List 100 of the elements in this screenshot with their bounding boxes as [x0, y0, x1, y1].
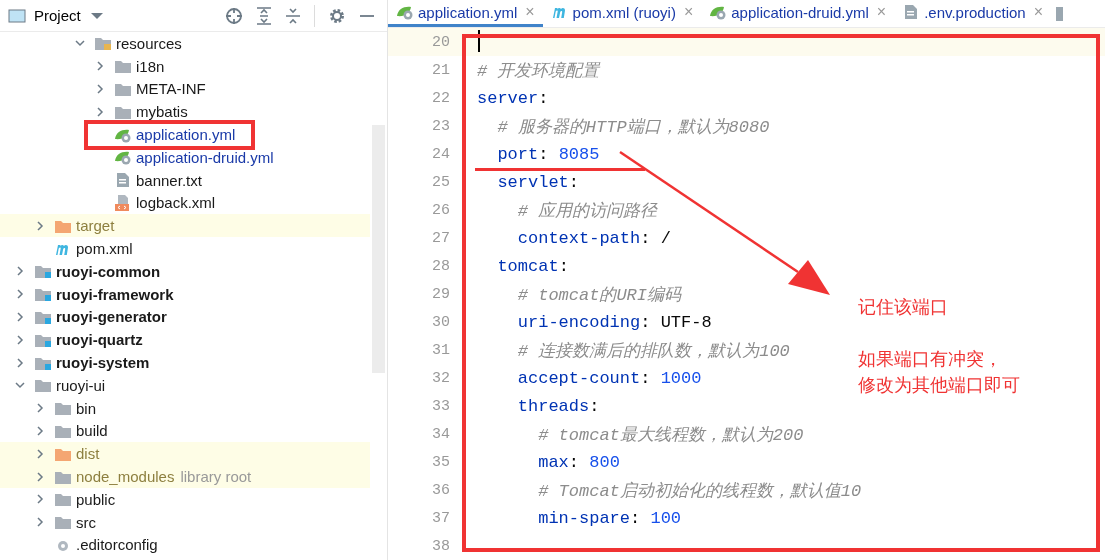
code-line: threads:	[516, 396, 600, 416]
tree-item[interactable]: build	[0, 419, 370, 443]
tree-item[interactable]: node_modules library root	[0, 465, 370, 488]
line-number: 30	[431, 313, 450, 331]
line-number: 23	[431, 117, 450, 135]
tree-item[interactable]: i18n	[0, 54, 370, 78]
panel-icon	[8, 7, 26, 24]
chevron-right-icon[interactable]	[94, 60, 106, 73]
code-line: uri-encoding: UTF-8	[516, 312, 712, 332]
tree-item[interactable]: ruoyi-framework	[0, 282, 370, 306]
chevron-right-icon[interactable]	[34, 447, 46, 460]
tree-item[interactable]: resources	[0, 32, 370, 55]
line-number: 21	[431, 61, 450, 79]
line-number: 31	[431, 341, 450, 359]
file-name: pom.xml	[76, 240, 133, 258]
tree-item[interactable]: src	[0, 510, 370, 534]
chevron-right-icon[interactable]	[34, 516, 46, 529]
chevron-right-icon[interactable]	[14, 265, 26, 278]
tab-label: .env.production	[924, 3, 1026, 21]
chevron-right-icon[interactable]	[14, 356, 26, 369]
project-view-dropdown[interactable]: Project	[34, 7, 103, 24]
tree-item[interactable]: bin	[0, 396, 370, 420]
tree-item[interactable]: logback.xml	[0, 191, 370, 215]
file-name: ruoyi-system	[56, 354, 150, 372]
file-name: banner.txt	[136, 171, 202, 189]
code-line: # 开发环境配置	[477, 60, 600, 82]
tree-item[interactable]: ruoyi-system	[0, 351, 370, 374]
tree-item[interactable]: banner.txt	[0, 168, 370, 192]
tree-item[interactable]: public	[0, 487, 370, 511]
file-name: ruoyi-generator	[56, 308, 167, 326]
chevron-right-icon[interactable]	[34, 219, 46, 232]
folder-icon	[54, 491, 72, 508]
file-name: bin	[76, 399, 97, 417]
file-name: build	[76, 422, 108, 440]
tree-item[interactable]: ruoyi-quartz	[0, 328, 370, 352]
tree-item[interactable]: dist	[0, 442, 370, 466]
code-line: port: 8085	[496, 144, 600, 164]
tree-item[interactable]: META-INF	[0, 77, 370, 101]
tree-item[interactable]: application.yml	[0, 123, 370, 146]
chevron-right-icon[interactable]	[34, 493, 46, 506]
tree-item[interactable]: target	[0, 214, 370, 238]
file-icon	[1055, 5, 1063, 22]
file-name: node_modules	[76, 468, 175, 486]
chevron-right-icon[interactable]	[94, 83, 106, 95]
line-number: 24	[431, 145, 450, 163]
leaf-gear-icon	[709, 4, 728, 20]
tab-label: application-druid.yml	[731, 3, 869, 21]
line-number: 36	[431, 481, 450, 499]
file-name: resources	[116, 34, 182, 52]
line-number: 29	[431, 285, 450, 303]
file-name: META-INF	[136, 80, 206, 98]
folder-icon	[34, 286, 52, 303]
settings-icon[interactable]	[328, 6, 346, 25]
chevron-right-icon[interactable]	[34, 402, 46, 415]
editor-tab[interactable]: pom.xml (ruoyi) ×	[542, 0, 702, 27]
tree-item[interactable]: .editorconfig	[0, 533, 370, 557]
tree-item[interactable]: ruoyi-generator	[0, 305, 370, 329]
chevron-right-icon[interactable]	[34, 470, 46, 483]
line-number: 32	[431, 369, 450, 387]
file-name: logback.xml	[136, 194, 216, 212]
tree-item[interactable]: application-druid.yml	[0, 146, 370, 169]
chevron-right-icon[interactable]	[14, 310, 26, 323]
code-line: # 连接数满后的排队数，默认为100	[516, 340, 790, 362]
file-name: dist	[76, 445, 100, 463]
code-line: # 服务器的HTTP端口，默认为8080	[496, 116, 770, 138]
code-line: # tomcat的URI编码	[516, 284, 682, 306]
line-number: 33	[431, 397, 450, 415]
tree-item[interactable]: mybatis	[0, 100, 370, 124]
code-line: # Tomcat启动初始化的线程数，默认值10	[537, 480, 862, 502]
folder-icon	[94, 35, 112, 52]
editor-tab[interactable]: application-druid.yml ×	[701, 0, 895, 27]
folder-icon	[54, 514, 72, 531]
line-number: 35	[431, 453, 450, 471]
chevron-right-icon[interactable]	[34, 424, 46, 437]
editor-tab[interactable]: .env.production ×	[894, 0, 1051, 27]
file-name: .editorconfig	[76, 536, 158, 554]
crosshair-icon[interactable]	[225, 6, 243, 25]
tab-label: application.yml	[418, 3, 518, 21]
line-number: 22	[431, 89, 450, 107]
text-file-icon	[114, 172, 132, 189]
code-line: tomcat:	[496, 256, 569, 276]
collapse-all-icon[interactable]	[285, 6, 301, 25]
code-line: # tomcat最大线程数，默认为200	[537, 424, 804, 446]
line-number: 28	[431, 257, 450, 275]
library-root-hint: library root	[180, 468, 252, 486]
tab-label: pom.xml (ruoyi)	[572, 3, 676, 21]
line-number: 38	[431, 537, 450, 555]
chevron-right-icon[interactable]	[14, 333, 26, 346]
code-line: max: 800	[537, 452, 620, 472]
tree-item[interactable]: ruoyi-ui	[0, 373, 370, 397]
chevron-right-icon[interactable]	[94, 105, 106, 118]
code-line: # 应用的访问路径	[516, 200, 658, 222]
text-caret	[478, 30, 480, 52]
expand-all-icon[interactable]	[256, 6, 272, 25]
chevron-right-icon[interactable]	[14, 288, 26, 301]
leaf-gear-icon	[114, 149, 132, 166]
tree-item[interactable]: pom.xml	[0, 237, 370, 260]
annotation-note: 如果端口有冲突， 修改为其他端口即可	[858, 347, 1020, 397]
xml-file-icon	[114, 194, 132, 211]
tree-item[interactable]: ruoyi-common	[0, 259, 370, 283]
